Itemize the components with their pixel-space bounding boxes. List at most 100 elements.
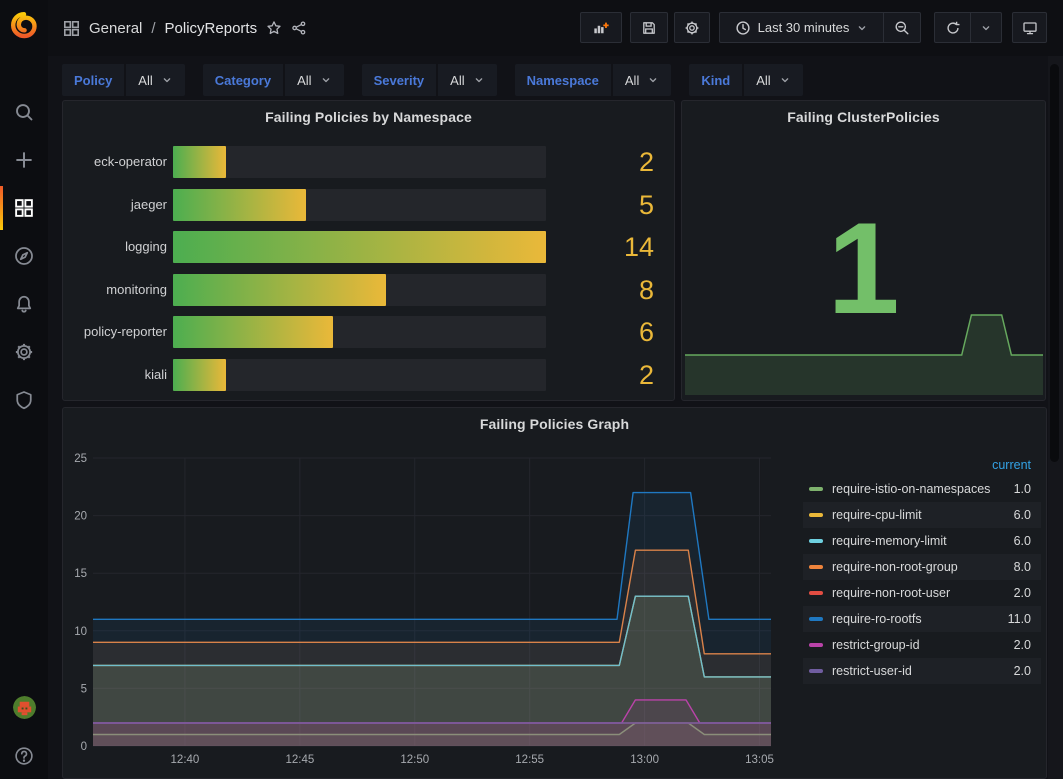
bargauge-label: policy-reporter (71, 316, 167, 348)
variable-selected-policy: All (138, 73, 152, 88)
panel-title[interactable]: Failing Policies Graph (63, 416, 1046, 432)
legend-series-name[interactable]: require-istio-on-namespaces (832, 482, 997, 496)
x-axis-tick-label: 12:45 (285, 754, 314, 766)
sidebar-item-explore[interactable] (0, 245, 48, 267)
sidebar-item-configuration[interactable] (0, 341, 48, 363)
bargauge-row: eck-operator2 (63, 146, 674, 178)
legend-row: restrict-user-id2.0 (803, 658, 1041, 684)
variable-value-severity[interactable]: All (438, 64, 496, 96)
breadcrumb: General / PolicyReports (63, 0, 307, 56)
bargauge-track (173, 146, 546, 178)
cycle-view-mode-button[interactable] (1012, 12, 1047, 43)
refresh-button[interactable] (935, 13, 970, 42)
variable-policy: Policy All (62, 64, 185, 96)
panel-title[interactable]: Failing ClusterPolicies (682, 109, 1045, 125)
legend-row: restrict-group-id2.0 (803, 632, 1041, 658)
legend-series-swatch[interactable] (809, 487, 823, 491)
legend-series-name[interactable]: restrict-user-id (832, 664, 997, 678)
legend-series-swatch[interactable] (809, 669, 823, 673)
variable-label-category[interactable]: Category (203, 64, 283, 96)
variable-selected-kind: All (756, 73, 770, 88)
compass-icon (14, 246, 34, 266)
legend-series-current-value: 2.0 (997, 638, 1031, 652)
save-dashboard-button[interactable] (630, 12, 668, 43)
y-axis-tick-label: 20 (74, 511, 87, 523)
legend-series-current-value: 2.0 (997, 586, 1031, 600)
legend-series-swatch[interactable] (809, 565, 823, 569)
bargauge-track (173, 274, 546, 306)
bargauge-bar (173, 146, 226, 178)
variable-label-kind[interactable]: Kind (689, 64, 742, 96)
star-dashboard-button[interactable] (266, 20, 282, 36)
variable-namespace: NamespaceAll (515, 64, 672, 96)
sidebar-item-create[interactable] (0, 149, 48, 171)
legend-series-name[interactable]: require-memory-limit (832, 534, 997, 548)
variable-selected-severity: All (450, 73, 464, 88)
bargauge-row: logging14 (63, 231, 674, 263)
refresh-icon (945, 20, 961, 36)
variable-value-namespace[interactable]: All (613, 64, 671, 96)
panel-title[interactable]: Failing Policies by Namespace (63, 109, 674, 125)
legend-series-name[interactable]: restrict-group-id (832, 638, 997, 652)
add-panel-button[interactable] (580, 12, 622, 43)
legend-header-current[interactable]: current (803, 454, 1041, 476)
legend-series-name[interactable]: require-cpu-limit (832, 508, 997, 522)
variable-selected-category: All (297, 73, 311, 88)
template-variables-row: PolicyAllCategoryAllSeverityAllNamespace… (62, 64, 821, 96)
sidebar-item-server-admin[interactable] (0, 389, 48, 411)
variable-label-severity[interactable]: Severity (362, 64, 437, 96)
x-axis-tick-label: 12:55 (515, 754, 544, 766)
star-icon (266, 20, 282, 36)
share-dashboard-button[interactable] (291, 20, 307, 36)
variable-kind: Kind All (689, 64, 802, 96)
zoom-out-time-button[interactable] (883, 13, 920, 42)
variable-label-namespace[interactable]: Namespace (515, 64, 611, 96)
sidebar-item-dashboards[interactable] (0, 197, 48, 219)
panel-failing-policies-graph: Failing Policies Graph 051015202512:4012… (62, 407, 1047, 779)
sidebar-item-help[interactable] (0, 745, 48, 767)
legend-series-current-value: 2.0 (997, 664, 1031, 678)
breadcrumb-dashboard-name[interactable]: PolicyReports (165, 20, 258, 37)
variable-value-category[interactable]: All (285, 64, 343, 96)
dashboard-settings-button[interactable] (674, 12, 710, 43)
timeseries-plot[interactable]: 051015202512:4012:4512:5012:5513:0013:05 (71, 446, 793, 776)
legend-series-name[interactable]: require-non-root-user (832, 586, 997, 600)
legend-row: require-ro-rootfs11.0 (803, 606, 1041, 632)
legend-series-name[interactable]: require-ro-rootfs (832, 612, 997, 626)
sidebar-item-alerting[interactable] (0, 293, 48, 315)
monitor-icon (1022, 20, 1038, 36)
four-squares-icon (63, 20, 80, 37)
dashboard-header: General / PolicyReports (48, 0, 1063, 56)
chevron-down-icon (980, 22, 992, 34)
chevron-down-icon (320, 74, 332, 86)
scrollbar[interactable] (1048, 56, 1063, 779)
breadcrumb-separator: / (151, 20, 155, 37)
refresh-interval-dropdown[interactable] (970, 13, 1001, 42)
time-picker-group: Last 30 minutes (719, 12, 921, 43)
legend-series-swatch[interactable] (809, 539, 823, 543)
grafana-logo[interactable] (9, 10, 39, 40)
bargauge-track (173, 189, 546, 221)
legend-series-name[interactable]: require-non-root-group (832, 560, 997, 574)
legend-series-current-value: 6.0 (997, 534, 1031, 548)
x-axis-tick-label: 13:00 (630, 754, 659, 766)
y-axis-tick-label: 0 (81, 741, 87, 753)
time-range-picker[interactable]: Last 30 minutes (720, 13, 883, 42)
legend-series-swatch[interactable] (809, 643, 823, 647)
panel-failing-policies-by-namespace: Failing Policies by Namespace eck-operat… (62, 100, 675, 401)
sidebar-item-search[interactable] (0, 101, 48, 123)
legend-series-swatch[interactable] (809, 513, 823, 517)
legend-series-swatch[interactable] (809, 591, 823, 595)
stat-sparkline (683, 300, 1045, 396)
variable-label-policy[interactable]: Policy (62, 64, 124, 96)
variable-value-policy[interactable]: All (126, 64, 184, 96)
scrollbar-thumb[interactable] (1050, 64, 1059, 462)
bargauge-label: monitoring (71, 274, 167, 306)
legend-series-swatch[interactable] (809, 617, 823, 621)
x-axis-tick-label: 12:50 (400, 754, 429, 766)
bargauge-label: eck-operator (71, 146, 167, 178)
variable-value-kind[interactable]: All (744, 64, 802, 96)
user-avatar[interactable] (0, 696, 48, 718)
breadcrumb-folder[interactable]: General (89, 20, 142, 37)
bargauge-track (173, 359, 546, 391)
